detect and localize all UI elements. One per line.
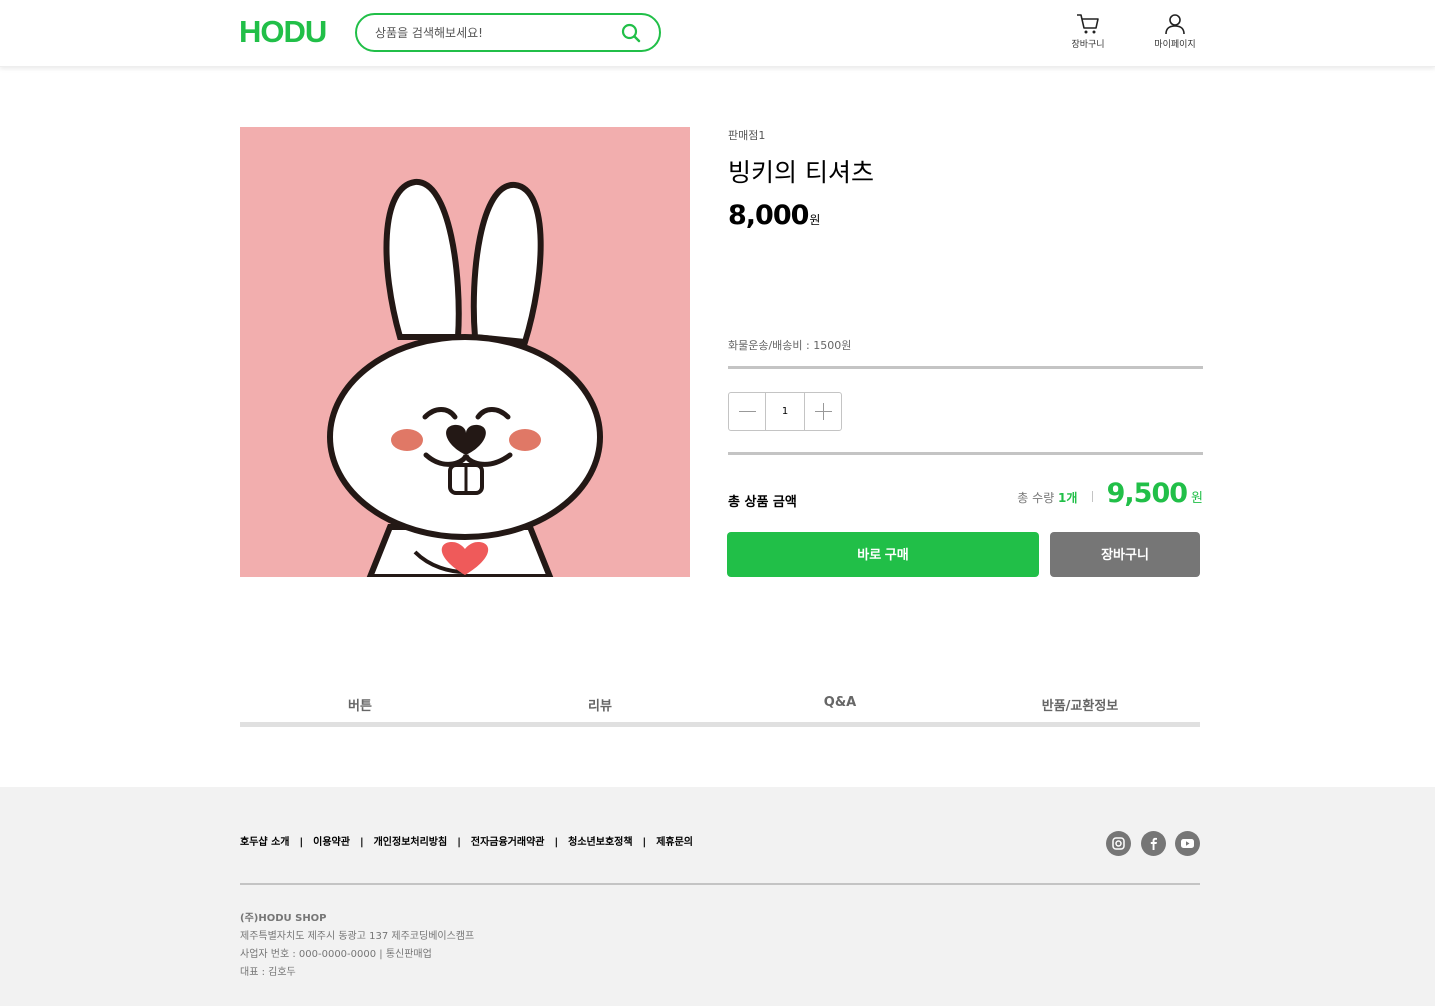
ceo-name: 대표 : 김호두: [240, 967, 296, 978]
total-count-prefix: 총 수량: [1017, 491, 1059, 505]
footer: 호두샵 소개 | 이용약관 | 개인정보처리방침 | 전자금융거래약관 | 청소년보호정책 | 제휴…: [0, 787, 1435, 1006]
youtube-icon[interactable]: [1175, 831, 1200, 856]
divider: [728, 366, 1203, 369]
footer-link-terms[interactable]: 이용약관: [313, 837, 350, 848]
total-unit: 원: [1191, 491, 1203, 506]
facebook-icon[interactable]: [1141, 831, 1166, 856]
total-amount: 9,500: [1106, 478, 1188, 509]
footer-link-efinance[interactable]: 전자금융거래약관: [471, 837, 545, 848]
footer-link-privacy[interactable]: 개인정보처리방침: [374, 837, 448, 848]
instagram-icon[interactable]: [1106, 831, 1131, 856]
company-address: 제주특별자치도 제주시 동광고 137 제주코딩베이스캠프: [240, 931, 475, 942]
mypage-button[interactable]: 마이페이지: [1145, 13, 1205, 57]
footer-links: 호두샵 소개 | 이용약관 | 개인정보처리방침 | 전자금융거래약관 | 청소년보호정책 | 제휴…: [240, 833, 693, 848]
divider: [728, 452, 1203, 455]
separator: [1091, 491, 1093, 502]
footer-link-youth[interactable]: 청소년보호정책: [568, 837, 632, 848]
search-input[interactable]: [375, 23, 615, 43]
add-to-cart-button[interactable]: 장바구니: [1050, 532, 1200, 577]
footer-link-partnership[interactable]: 제휴문의: [656, 837, 693, 848]
user-icon: [1165, 14, 1185, 35]
quantity-value[interactable]: 1: [766, 393, 804, 430]
mypage-label: 마이페이지: [1154, 40, 1196, 50]
total-count-value: 1개: [1058, 491, 1078, 505]
quantity-stepper: 1: [728, 392, 842, 431]
price-value: 8,000: [728, 200, 809, 231]
separator: |: [299, 837, 304, 848]
cart-label: 장바구니: [1071, 40, 1105, 50]
logo[interactable]: HODU: [239, 15, 327, 49]
footer-divider: [240, 883, 1200, 885]
minus-icon[interactable]: [729, 393, 766, 430]
tab-underline: [240, 722, 1200, 727]
separator: |: [359, 837, 364, 848]
product-image: [240, 127, 690, 577]
total-count: 총 수량 1개: [1017, 491, 1077, 505]
total-label: 총 상품 금액: [728, 495, 797, 510]
search-bar: [355, 13, 661, 52]
separator: |: [642, 837, 647, 848]
cart-icon: [1077, 14, 1099, 34]
plus-icon[interactable]: [804, 393, 841, 430]
seller-name: 판매점1: [728, 129, 766, 142]
company-info: (주)HODU SHOP 제주특별자치도 제주시 동광고 137 제주코딩베이스…: [240, 910, 474, 982]
price-unit: 원: [809, 213, 820, 227]
search-icon[interactable]: [621, 23, 641, 43]
shipping-info: 화물운송/배송비 : 1500원: [728, 339, 852, 352]
separator: |: [457, 837, 461, 848]
header: HODU 장바구니 마이페이지: [0, 0, 1435, 67]
business-number: 사업자 번호 : 000-0000-0000 | 통신판매업: [240, 949, 432, 960]
footer-link-about[interactable]: 호두샵 소개: [240, 837, 289, 848]
product-price: 8,000원: [728, 200, 820, 231]
company-name: (주)HODU SHOP: [240, 913, 327, 924]
product-name: 빙키의 티셔츠: [728, 158, 874, 187]
cart-button[interactable]: 장바구니: [1058, 13, 1118, 57]
total-summary: 총 수량 1개 9,500 원: [1017, 478, 1203, 514]
separator: |: [554, 837, 559, 848]
buy-now-button[interactable]: 바로 구매: [727, 532, 1039, 577]
